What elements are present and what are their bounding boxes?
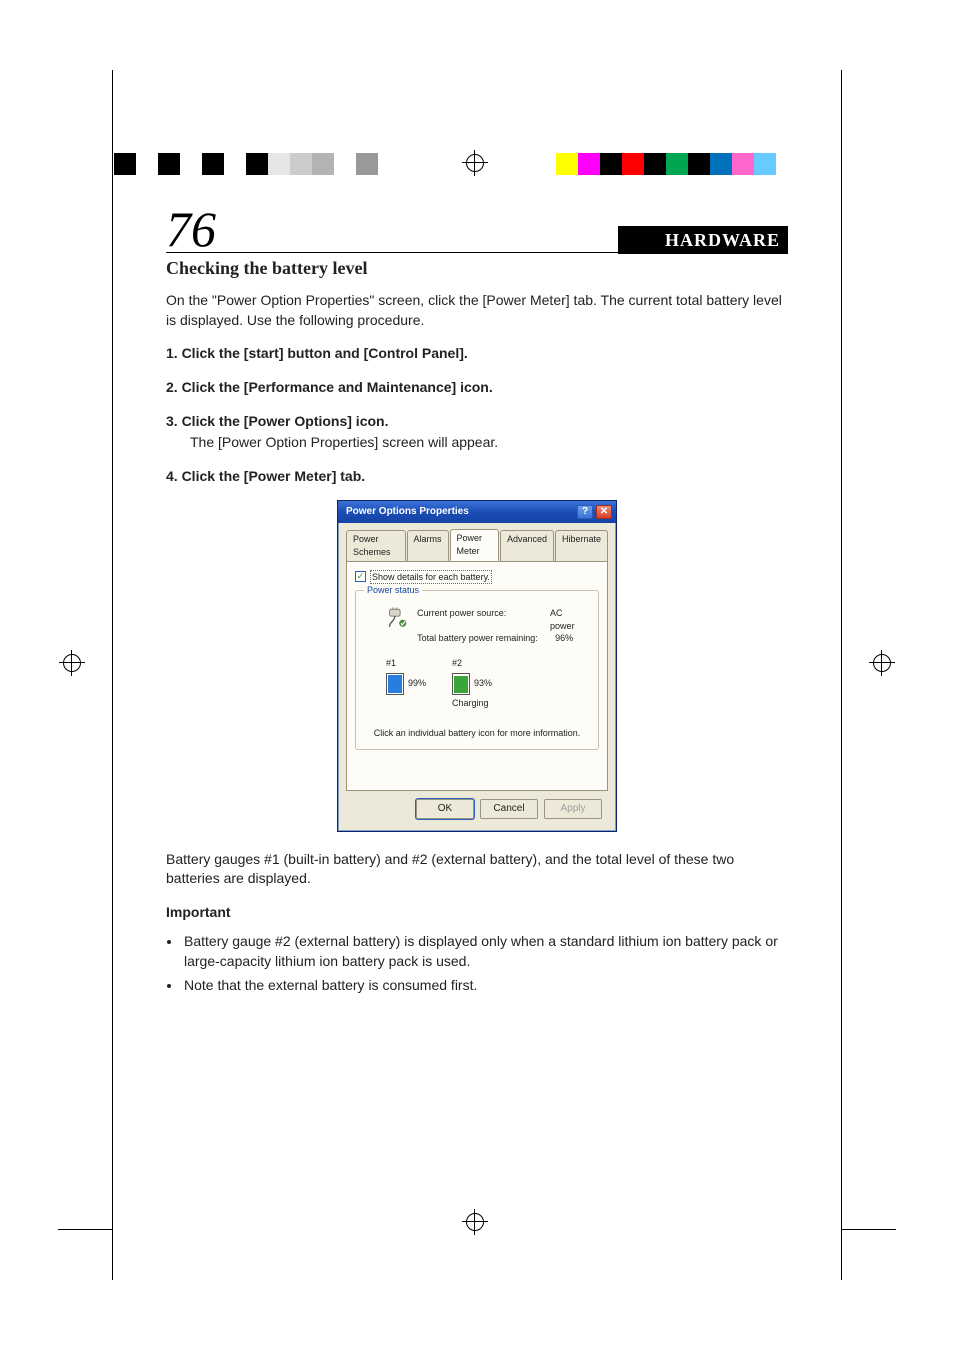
power-options-dialog: Power Options Properties ? ✕ Power Schem… [337, 500, 617, 831]
swatch [268, 153, 290, 175]
step-3: 3. Click the [Power Options] icon. [166, 412, 788, 432]
power-status-legend: Power status [364, 584, 422, 597]
registration-mark-right [873, 654, 891, 672]
battery-1: #1 99% [386, 657, 426, 709]
swatch [622, 153, 644, 175]
battery-1-label: #1 [386, 657, 426, 670]
current-source-label: Current power source: [417, 607, 542, 632]
step-1: 1. Click the [start] button and [Control… [166, 344, 788, 364]
step-3-sub: The [Power Option Properties] screen wil… [190, 433, 788, 453]
header-rule [166, 252, 788, 253]
current-source-value: AC power [550, 607, 588, 632]
battery-2-label: #2 [452, 657, 492, 670]
page-number: 76 [166, 204, 216, 254]
color-bar-right [556, 153, 798, 175]
show-details-checkbox[interactable]: ✓ [355, 571, 366, 582]
power-status-fieldset: Power status [355, 590, 599, 750]
power-source-info: Current power source: AC power Total bat… [417, 607, 588, 645]
important-note-1: Battery gauge #2 (external battery) is d… [182, 932, 788, 971]
trim-frame-right [841, 70, 842, 1280]
swatch [688, 153, 710, 175]
tab-power-meter[interactable]: Power Meter [450, 529, 499, 560]
help-button[interactable]: ? [577, 505, 593, 519]
show-details-label: Show details for each battery. [370, 570, 492, 585]
total-remaining-value: 96% [555, 632, 573, 645]
swatch [710, 153, 732, 175]
ok-button[interactable]: OK [416, 799, 474, 819]
swatch [776, 153, 798, 175]
registration-mark-bottom [466, 1213, 484, 1231]
dialog-tabs: Power SchemesAlarmsPower MeterAdvancedHi… [346, 529, 608, 560]
swatch [158, 153, 180, 175]
swatch [754, 153, 776, 175]
power-meter-pane: ✓ Show details for each battery. Power s… [346, 561, 608, 791]
battery-2-status: Charging [452, 697, 492, 710]
post-dialog-paragraph: Battery gauges #1 (built-in battery) and… [166, 850, 788, 889]
battery-2-percent: 93% [474, 677, 492, 690]
swatch [312, 153, 334, 175]
swatch [114, 153, 136, 175]
total-remaining-label: Total battery power remaining: [417, 632, 547, 645]
tab-advanced[interactable]: Advanced [500, 530, 554, 561]
dialog-title: Power Options Properties [346, 505, 469, 519]
swatch [202, 153, 224, 175]
swatch [644, 153, 666, 175]
swatch [600, 153, 622, 175]
swatch [246, 153, 268, 175]
intro-paragraph: On the "Power Option Properties" screen,… [166, 291, 788, 330]
screenshot-wrap: Power Options Properties ? ✕ Power Schem… [166, 500, 788, 831]
important-note-2: Note that the external battery is consum… [182, 976, 788, 996]
tab-power-schemes[interactable]: Power Schemes [346, 530, 406, 561]
section-tab: HARDWARE [618, 226, 788, 254]
swatch [136, 153, 158, 175]
cancel-button[interactable]: Cancel [480, 799, 538, 819]
tab-alarms[interactable]: Alarms [407, 530, 449, 561]
dialog-titlebar[interactable]: Power Options Properties ? ✕ [338, 501, 616, 523]
battery-1-icon[interactable] [386, 673, 404, 695]
battery-2: #2 93% Charging [452, 657, 492, 709]
page-content: Checking the battery level On the "Power… [166, 256, 788, 999]
swatch [224, 153, 246, 175]
page-header: 76 HARDWARE [166, 204, 788, 254]
close-button[interactable]: ✕ [596, 505, 612, 519]
battery-hint: Click an individual battery icon for mor… [356, 727, 598, 740]
apply-button[interactable]: Apply [544, 799, 602, 819]
step-4: 4. Click the [Power Meter] tab. [166, 467, 788, 487]
swatch [578, 153, 600, 175]
registration-mark-left [63, 654, 81, 672]
swatch [290, 153, 312, 175]
swatch [666, 153, 688, 175]
battery-gauges: #1 99% #2 93% Charging [386, 657, 588, 709]
registration-mark-top [466, 154, 484, 172]
swatch [334, 153, 356, 175]
battery-1-percent: 99% [408, 677, 426, 690]
step-2: 2. Click the [Performance and Maintenanc… [166, 378, 788, 398]
swatch [556, 153, 578, 175]
tab-hibernate[interactable]: Hibernate [555, 530, 608, 561]
important-heading: Important [166, 903, 788, 923]
swatch [732, 153, 754, 175]
ac-plug-icon [386, 607, 407, 629]
heading-checking-battery: Checking the battery level [166, 256, 788, 281]
color-bar-left [114, 153, 378, 175]
swatch [180, 153, 202, 175]
dialog-footer: OK Cancel Apply [346, 791, 608, 823]
swatch [356, 153, 378, 175]
battery-2-icon[interactable] [452, 673, 470, 695]
important-notes: Battery gauge #2 (external battery) is d… [182, 932, 788, 995]
